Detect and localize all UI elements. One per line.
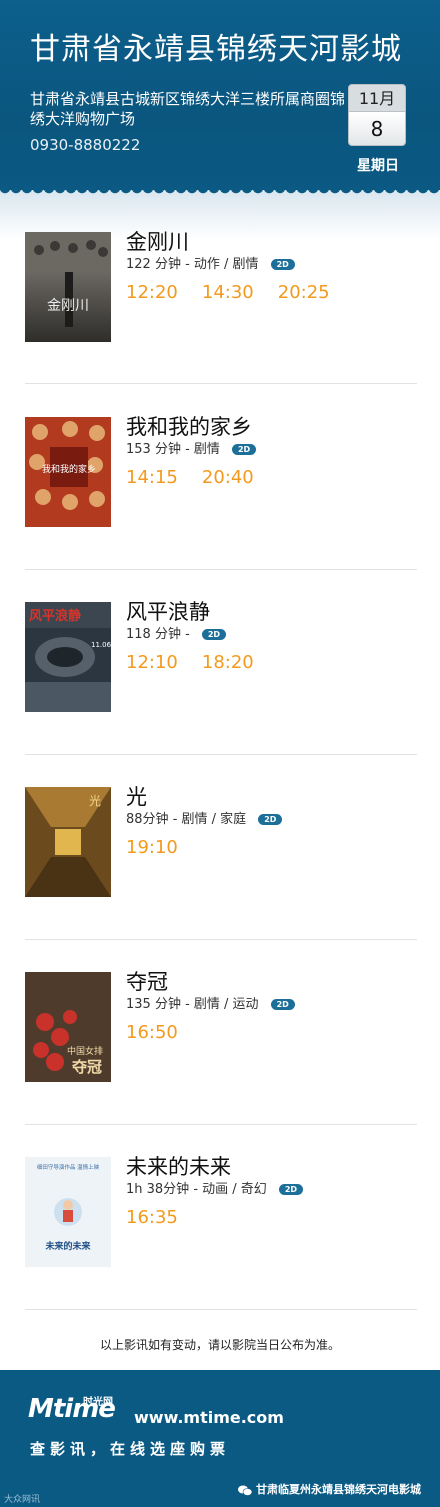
movie-title[interactable]: 金刚川 <box>126 226 189 256</box>
format-2d-badge: 2D <box>278 1184 303 1195</box>
wechat-icon <box>238 1485 252 1496</box>
footer-scallop-edge <box>0 1364 440 1376</box>
watermark-left: 大众网讯 <box>4 1495 41 1505</box>
showtime[interactable]: 14:15 <box>126 467 178 488</box>
movie-genres: - 剧情 / 运动 <box>185 997 259 1012</box>
movie-duration: 122 分钟 <box>126 257 181 272</box>
movie-item[interactable]: 光 光 88分钟 - 剧情 / 家庭 2D 19:10 <box>25 785 417 957</box>
showtime[interactable]: 12:20 <box>126 282 178 303</box>
movie-title[interactable]: 夺冠 <box>126 966 168 996</box>
svg-text:我和我的家乡: 我和我的家乡 <box>42 463 96 475</box>
svg-text:风平浪静: 风平浪静 <box>29 608 81 624</box>
schedule-notice: 以上影讯如有变动，请以影院当日公布为准。 <box>99 1338 340 1352</box>
movie-poster[interactable]: 细田守导演作品 温情上映 未来的未来 <box>25 1157 111 1267</box>
showtime[interactable]: 19:10 <box>126 837 178 858</box>
calendar-month: 11月 <box>348 84 406 112</box>
showtime[interactable]: 12:10 <box>126 652 178 673</box>
showtime[interactable]: 16:50 <box>126 1022 178 1043</box>
movie-genres: - 动作 / 剧情 <box>185 257 259 272</box>
showtime[interactable]: 16:35 <box>126 1207 178 1228</box>
mtime-url-link[interactable]: www.mtime.com <box>134 1408 284 1427</box>
cinema-name: 甘肃省永靖县锦绣天河影城 <box>30 32 402 67</box>
movie-item[interactable]: 金刚川 金刚川 122 分钟 - 动作 / 剧情 2D 12:20 14:30 20… <box>25 230 417 402</box>
showtimes: 16:35 <box>126 1207 202 1228</box>
movie-title[interactable]: 我和我的家乡 <box>126 411 252 441</box>
movie-poster[interactable]: 中国女排 夺冠 <box>25 972 111 1082</box>
header-scallop-edge <box>0 188 440 202</box>
movie-genres: - 剧情 / 家庭 <box>172 812 247 827</box>
showtimes: 16:50 <box>126 1022 202 1043</box>
wechat-account-name: 甘肃临夏州永靖县锦绣天河电影城 <box>256 1483 421 1496</box>
movie-poster[interactable]: 光 <box>25 787 111 897</box>
movie-meta: 1h 38分钟 - 动画 / 奇幻 2D <box>126 1178 303 1197</box>
format-2d-badge: 2D <box>270 259 295 270</box>
calendar-date: 11月 8 <box>348 84 406 146</box>
movie-poster[interactable]: 金刚川 <box>25 232 111 342</box>
cinema-phone[interactable]: 0930-8880222 <box>30 136 140 154</box>
movie-meta: 118 分钟 - 2D <box>126 623 226 642</box>
showtime[interactable]: 18:20 <box>202 652 254 673</box>
svg-text:夺冠: 夺冠 <box>71 1058 102 1076</box>
movie-meta: 153 分钟 - 剧情 2D <box>126 438 257 457</box>
movie-meta: 88分钟 - 剧情 / 家庭 2D <box>126 808 283 827</box>
movie-poster[interactable]: 我和我的家乡 <box>25 417 111 527</box>
movie-duration: 135 分钟 <box>126 997 181 1012</box>
format-2d-badge: 2D <box>201 629 226 640</box>
svg-text:中国女排: 中国女排 <box>67 1045 103 1057</box>
movie-item[interactable]: 细田守导演作品 温情上映 未来的未来 未来的未来 1h 38分钟 - 动画 / … <box>25 1155 417 1327</box>
movie-meta: 122 分钟 - 动作 / 剧情 2D <box>126 253 295 272</box>
movie-genres: - 动画 / 奇幻 <box>193 1182 267 1197</box>
movie-poster[interactable]: 风平浪静 11.06 <box>25 602 111 712</box>
format-2d-badge: 2D <box>270 999 295 1010</box>
mtime-logo-cn: 时光网 <box>83 1397 113 1408</box>
movie-duration: 1h 38分钟 <box>126 1182 190 1197</box>
showtimes: 12:10 18:20 <box>126 652 278 673</box>
movie-item[interactable]: 风平浪静 11.06 风平浪静 118 分钟 - 2D 12:10 18:20 <box>25 600 417 772</box>
format-2d-badge: 2D <box>232 444 257 455</box>
movie-meta: 135 分钟 - 剧情 / 运动 2D <box>126 993 295 1012</box>
movie-title[interactable]: 光 <box>126 781 147 811</box>
movie-duration: 153 分钟 <box>126 442 181 457</box>
format-2d-badge: 2D <box>258 814 283 825</box>
calendar-weekday: 星期日 <box>357 158 399 174</box>
svg-text:11.06: 11.06 <box>91 641 111 649</box>
movie-duration: 88分钟 <box>126 812 169 827</box>
movie-genres: - <box>185 627 190 642</box>
cinema-address: 甘肃省永靖县古城新区锦绣大洋三楼所属商圈锦绣大洋购物广场 <box>30 90 346 128</box>
showtimes: 19:10 <box>126 837 202 858</box>
svg-text:金刚川: 金刚川 <box>47 298 89 314</box>
movie-item[interactable]: 我和我的家乡 我和我的家乡 153 分钟 - 剧情 2D 14:15 20:40 <box>25 415 417 587</box>
wechat-account[interactable]: 甘肃临夏州永靖县锦绣天河电影城 <box>238 1481 421 1497</box>
svg-text:未来的未来: 未来的未来 <box>44 1240 91 1252</box>
showtimes: 12:20 14:30 20:25 <box>126 282 354 303</box>
movie-duration: 118 分钟 <box>126 627 181 642</box>
movie-title[interactable]: 风平浪静 <box>126 596 210 626</box>
movie-item[interactable]: 中国女排 夺冠 夺冠 135 分钟 - 剧情 / 运动 2D 16:50 <box>25 970 417 1142</box>
svg-text:光: 光 <box>89 794 101 808</box>
showtime[interactable]: 14:30 <box>202 282 254 303</box>
showtime[interactable]: 20:25 <box>278 282 330 303</box>
calendar-day: 8 <box>348 112 406 146</box>
movie-title[interactable]: 未来的未来 <box>126 1151 231 1181</box>
footer-slogan: 查影讯，在线选座购票 <box>30 1440 231 1458</box>
showtime[interactable]: 20:40 <box>202 467 254 488</box>
movie-genres: - 剧情 <box>185 442 220 457</box>
showtimes: 14:15 20:40 <box>126 467 278 488</box>
svg-text:细田守导演作品 温情上映: 细田守导演作品 温情上映 <box>37 1163 100 1171</box>
